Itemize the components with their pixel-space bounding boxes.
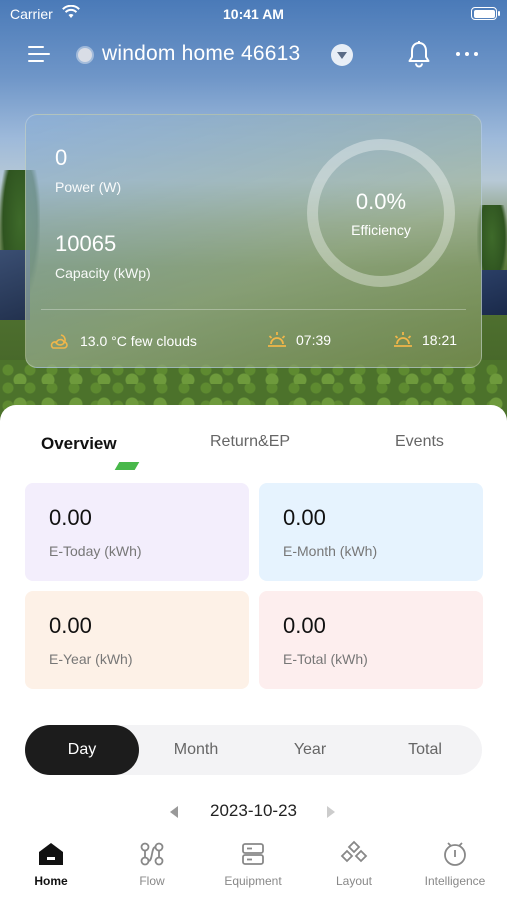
nav-home[interactable]: Home [1,838,101,894]
efficiency-value: 0.0% [355,189,407,214]
tab-active-indicator [87,462,139,472]
tab-bar: Overview Return&EP Events [0,429,507,459]
stat-card-total[interactable]: 0.00 E-Total (kWh) [259,591,483,689]
sunrise-icon [268,332,286,347]
efficiency-label: Efficiency [351,222,411,238]
period-day[interactable]: Day [25,725,139,775]
next-date-icon[interactable] [327,806,335,818]
intelligence-icon [444,842,466,866]
weather-row: 13.0 °C few clouds 07:39 18:21 [26,331,483,351]
weather-text: 13.0 °C few clouds [80,333,197,349]
bottom-navigation: Home Flow Equipment Layout Intelligence [0,838,507,900]
status-bar: Carrier 10:41 AM [0,0,507,28]
stat-label: E-Month (kWh) [283,543,378,559]
site-dropdown-icon[interactable] [331,44,353,66]
summary-card: 0 Power (W) 10065 Capacity (kWp) 0.0% Ef… [25,114,482,368]
card-divider [41,309,466,310]
clock: 10:41 AM [223,6,284,22]
stat-label: E-Total (kWh) [283,651,368,667]
stat-card-today[interactable]: 0.00 E-Today (kWh) [25,483,249,581]
nav-label: Equipment [224,874,282,888]
nav-intelligence[interactable]: Intelligence [405,838,505,894]
weather-item: 13.0 °C few clouds [50,331,197,351]
period-total[interactable]: Total [368,725,482,775]
nav-layout[interactable]: Layout [304,838,404,894]
sunset-time: 18:21 [422,332,458,348]
tab-return-ep[interactable]: Return&EP [210,433,290,451]
site-status-dot [78,48,92,62]
capacity-label: Capacity (kWp) [55,265,151,281]
date-text[interactable]: 2023-10-23 [0,801,507,821]
bell-icon[interactable] [406,40,432,68]
stat-value: 0.00 [283,613,326,638]
tab-events[interactable]: Events [395,433,444,451]
stat-value: 0.00 [283,505,326,530]
flow-icon [140,842,164,866]
nav-label: Flow [139,874,165,888]
more-icon[interactable] [456,52,480,58]
equipment-icon [242,843,264,865]
stat-value: 0.00 [49,505,92,530]
sunset-icon [394,332,412,347]
tab-overview[interactable]: Overview [41,434,117,454]
sunrise-item: 07:39 [266,331,331,349]
period-year[interactable]: Year [253,725,367,775]
stat-label: E-Today (kWh) [49,543,142,559]
site-name[interactable]: windom home 46613 [102,42,300,66]
solar-panel-right [481,270,507,315]
battery-icon [471,7,500,20]
header: windom home 46613 [0,34,507,76]
capacity-value: 10065 [55,231,117,256]
sunrise-time: 07:39 [296,332,332,348]
period-segmented-control: Day Month Year Total [25,725,482,775]
power-label: Power (W) [55,179,122,195]
nav-flow[interactable]: Flow [102,838,202,894]
nav-label: Home [34,874,68,888]
partly-cloudy-icon [50,334,68,349]
stat-card-year[interactable]: 0.00 E-Year (kWh) [25,591,249,689]
content-sheet: Overview Return&EP Events 0.00 E-Today (… [0,405,507,900]
stat-value: 0.00 [49,613,92,638]
home-icon [39,843,63,865]
menu-icon[interactable] [28,44,52,64]
layout-icon [340,840,368,863]
nav-label: Intelligence [424,874,486,888]
power-value: 0 [55,145,68,170]
stat-label: E-Year (kWh) [49,651,133,667]
period-month[interactable]: Month [139,725,253,775]
nav-label: Layout [335,874,373,888]
sunset-item: 18:21 [392,331,457,349]
nav-equipment[interactable]: Equipment [203,838,303,894]
stat-card-month[interactable]: 0.00 E-Month (kWh) [259,483,483,581]
date-selector: 2023-10-23 [0,799,507,825]
